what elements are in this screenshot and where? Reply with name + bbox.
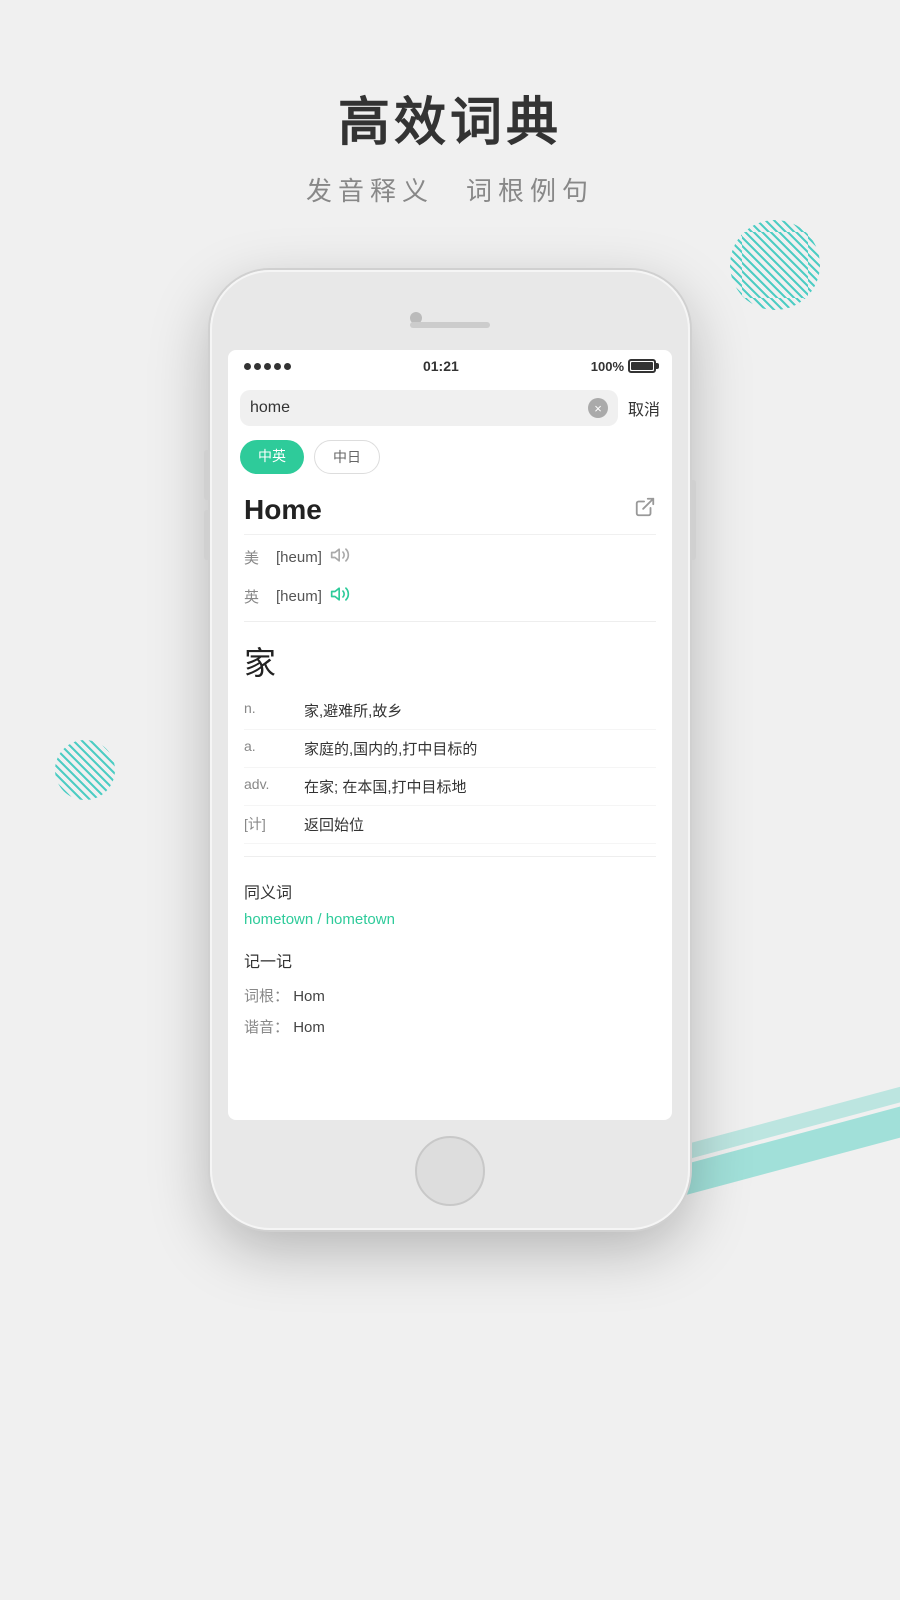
home-button[interactable] <box>415 1136 485 1206</box>
dictionary-content: Home 美 [heum] <box>228 484 672 1120</box>
audio-us-button[interactable] <box>330 545 350 570</box>
synonyms-title: 同义词 <box>244 879 656 903</box>
definition-row-n: n. 家,避难所,故乡 <box>244 692 656 730</box>
signal-dot-3 <box>264 363 271 370</box>
signal-dot-1 <box>244 363 251 370</box>
def-text-adv: 在家; 在本国,打中目标地 <box>304 776 656 797</box>
def-type-adv: adv. <box>244 776 304 797</box>
audio-uk-button[interactable] <box>330 584 350 609</box>
battery-indicator: 100% <box>591 359 656 374</box>
tab-chinese-japanese[interactable]: 中日 <box>314 440 380 474</box>
chinese-character: 家 <box>244 621 656 692</box>
definitions-list: n. 家,避难所,故乡 a. 家庭的,国内的,打中目标的 adv. 在家; 在本… <box>244 692 656 844</box>
pron-label-uk: 英 <box>244 586 268 607</box>
section-divider-1 <box>244 856 656 857</box>
memory-sound: 谐音： Hom <box>244 1011 656 1042</box>
volume-down-button <box>204 510 210 560</box>
word-header: Home <box>244 484 656 535</box>
volume-up-button <box>204 450 210 500</box>
memory-section: 记一记 词根： Hom 谐音： Hom <box>244 938 656 1052</box>
def-text-a: 家庭的,国内的,打中目标的 <box>304 738 656 759</box>
pron-label-us: 美 <box>244 547 268 568</box>
definition-row-a: a. 家庭的,国内的,打中目标的 <box>244 730 656 768</box>
decoration-circle-large <box>730 220 820 310</box>
def-text-comp: 返回始位 <box>304 814 656 835</box>
cancel-button[interactable]: 取消 <box>628 396 660 420</box>
header-section: 高效词典 发音释义 词根例句 <box>0 80 900 208</box>
status-bar: 01:21 100% <box>228 350 672 382</box>
app-title: 高效词典 <box>0 80 900 155</box>
signal-dot-2 <box>254 363 261 370</box>
status-time: 01:21 <box>423 358 459 374</box>
decoration-circle-small <box>55 740 115 800</box>
signal-indicator <box>244 363 291 370</box>
speaker <box>410 322 490 328</box>
definition-row-comp: [计] 返回始位 <box>244 806 656 844</box>
signal-dot-4 <box>274 363 281 370</box>
memory-root: 词根： Hom <box>244 980 656 1011</box>
app-subtitle: 发音释义 词根例句 <box>0 171 900 208</box>
language-tabs: 中英 中日 <box>228 434 672 484</box>
power-button <box>690 480 696 560</box>
search-input-value[interactable]: home <box>250 399 582 417</box>
pronunciation-uk: 英 [heum] <box>244 574 656 613</box>
def-type-a: a. <box>244 738 304 759</box>
battery-percentage: 100% <box>591 359 624 374</box>
share-button[interactable] <box>634 496 656 524</box>
definition-row-adv: adv. 在家; 在本国,打中目标地 <box>244 768 656 806</box>
def-type-n: n. <box>244 700 304 721</box>
search-input-wrap[interactable]: home × <box>240 390 618 426</box>
memory-title: 记一记 <box>244 948 656 972</box>
search-bar-row: home × 取消 <box>228 382 672 434</box>
def-text-n: 家,避难所,故乡 <box>304 700 656 721</box>
tab-chinese-english[interactable]: 中英 <box>240 440 304 474</box>
signal-dot-5 <box>284 363 291 370</box>
memory-sound-value: Hom <box>293 1019 325 1036</box>
phone-screen: 01:21 100% home × 取消 中英 中日 Hom <box>228 350 672 1120</box>
battery-fill <box>631 362 653 370</box>
synonyms-link[interactable]: hometown / hometown <box>244 911 656 928</box>
synonyms-section: 同义词 hometown / hometown <box>244 869 656 938</box>
memory-root-label: 词根： <box>244 988 289 1005</box>
memory-sound-label: 谐音： <box>244 1019 289 1036</box>
battery-icon <box>628 359 656 373</box>
memory-root-value: Hom <box>293 988 325 1005</box>
def-type-comp: [计] <box>244 814 304 835</box>
phone-frame: 01:21 100% home × 取消 中英 中日 Hom <box>210 270 690 1230</box>
search-clear-button[interactable]: × <box>588 398 608 418</box>
pron-ipa-us: [heum] <box>276 549 322 566</box>
word-title: Home <box>244 494 322 526</box>
pronunciation-us: 美 [heum] <box>244 535 656 574</box>
pron-ipa-uk: [heum] <box>276 588 322 605</box>
